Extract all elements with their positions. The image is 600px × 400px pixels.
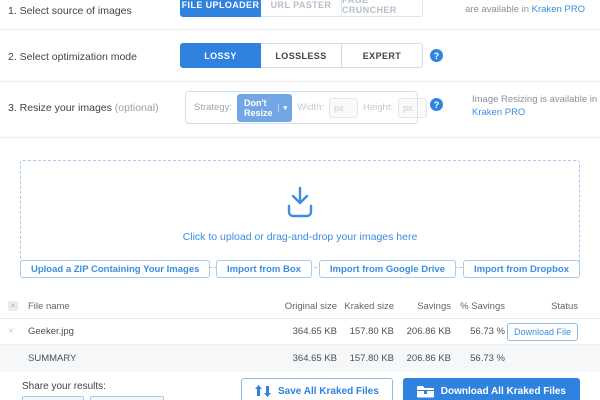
- upload-zip-button[interactable]: Upload a ZIP Containing Your Images: [20, 260, 210, 278]
- mode-buttons: LOSSY LOSSLESS EXPERT: [180, 43, 423, 68]
- share-button-2[interactable]: [90, 396, 164, 400]
- header-pct-savings: % Savings: [451, 301, 505, 312]
- import-box-button[interactable]: Import from Box: [216, 260, 312, 278]
- import-dropbox-button[interactable]: Import from Dropbox: [463, 260, 580, 278]
- remove-all-icon[interactable]: ×: [8, 301, 18, 311]
- header-original-size: Original size: [262, 301, 337, 312]
- kraken-pro-note: are available in Kraken PRO: [465, 4, 585, 15]
- share-results-label: Share your results:: [22, 381, 106, 392]
- resize-label-optional: (optional): [115, 102, 159, 114]
- download-all-label: Download All Kraked Files: [441, 386, 566, 397]
- mode-lossless-button[interactable]: LOSSLESS: [261, 43, 342, 68]
- resize-help-icon[interactable]: ?: [430, 98, 443, 111]
- results-table: × File name Original size Kraked size Sa…: [0, 294, 600, 372]
- footer-actions: Save All Kraked Files Download All Krake…: [241, 378, 580, 400]
- resize-pro-note-text: Image Resizing is available in: [472, 94, 597, 105]
- resize-section-label: 3. Resize your images (optional): [8, 102, 159, 114]
- kraken-pro-note-text: are available in: [465, 4, 532, 15]
- import-buttons: Import from Box Import from Google Drive…: [216, 260, 580, 278]
- resize-pro-note: Image Resizing is available in Kraken PR…: [472, 93, 597, 119]
- table-row: × Geeker.jpg 364.65 KB 157.80 KB 206.86 …: [0, 319, 600, 345]
- tab-page-cruncher[interactable]: PAGE CRUNCHER: [342, 0, 423, 17]
- header-status: Status: [505, 301, 578, 312]
- save-icon: [255, 385, 271, 397]
- table-header-row: × File name Original size Kraked size Sa…: [0, 294, 600, 319]
- save-all-label: Save All Kraked Files: [278, 386, 379, 397]
- header-savings: Savings: [394, 301, 451, 312]
- tab-url-paster[interactable]: URL PASTER: [261, 0, 342, 17]
- summary-pct-savings: 56.73 %: [451, 353, 505, 364]
- kraken-pro-link[interactable]: Kraken PRO: [532, 4, 585, 15]
- folder-icon: [417, 385, 434, 398]
- mode-section-label: 2. Select optimization mode: [8, 51, 137, 63]
- download-arrow-icon: [282, 186, 318, 219]
- width-label: Width:: [297, 102, 324, 113]
- cell-original-size: 364.65 KB: [262, 326, 337, 337]
- height-input[interactable]: [398, 98, 427, 118]
- resize-controls: Strategy: Don't Resize ▾ Width: Height:: [185, 91, 418, 124]
- resize-label-text: 3. Resize your images: [8, 102, 115, 114]
- resize-kraken-pro-link[interactable]: Kraken PRO: [472, 107, 525, 118]
- upload-dropzone[interactable]: Click to upload or drag-and-drop your im…: [20, 160, 580, 268]
- strategy-label: Strategy:: [194, 102, 232, 113]
- import-google-drive-button[interactable]: Import from Google Drive: [319, 260, 456, 278]
- mode-help-icon[interactable]: ?: [430, 49, 443, 62]
- source-section: 1. Select source of images FILE UPLOADER…: [0, 0, 600, 30]
- chevron-down-icon: ▾: [278, 104, 293, 112]
- tab-file-uploader[interactable]: FILE UPLOADER: [180, 0, 261, 17]
- share-button-1[interactable]: [22, 396, 84, 400]
- cell-file-name: Geeker.jpg: [28, 326, 262, 337]
- summary-original-size: 364.65 KB: [262, 353, 337, 364]
- header-kraked-size: Kraked size: [337, 301, 394, 312]
- summary-savings: 206.86 KB: [394, 353, 451, 364]
- source-tabs: FILE UPLOADER URL PASTER PAGE CRUNCHER: [180, 0, 423, 17]
- strategy-dropdown[interactable]: Don't Resize ▾: [237, 94, 292, 122]
- cell-savings: 206.86 KB: [394, 326, 451, 337]
- cell-kraked-size: 157.80 KB: [337, 326, 394, 337]
- summary-label: SUMMARY: [28, 353, 262, 364]
- height-label: Height:: [363, 102, 393, 113]
- download-all-button[interactable]: Download All Kraked Files: [403, 378, 580, 400]
- resize-section: 3. Resize your images (optional) Strateg…: [0, 82, 600, 138]
- dropzone-text: Click to upload or drag-and-drop your im…: [183, 231, 418, 243]
- strategy-value: Don't Resize: [244, 98, 273, 118]
- save-all-button[interactable]: Save All Kraked Files: [241, 378, 393, 400]
- cell-pct-savings: 56.73 %: [451, 326, 505, 337]
- width-input[interactable]: [329, 98, 358, 118]
- mode-expert-button[interactable]: EXPERT: [342, 43, 423, 68]
- mode-lossy-button[interactable]: LOSSY: [180, 43, 261, 68]
- mode-section: 2. Select optimization mode LOSSY LOSSLE…: [0, 30, 600, 82]
- source-section-label: 1. Select source of images: [8, 5, 132, 17]
- remove-file-icon[interactable]: ×: [8, 326, 14, 337]
- header-file-name: File name: [28, 301, 262, 312]
- table-summary-row: SUMMARY 364.65 KB 157.80 KB 206.86 KB 56…: [0, 345, 600, 372]
- download-file-button[interactable]: Download File: [507, 323, 578, 341]
- summary-kraked-size: 157.80 KB: [337, 353, 394, 364]
